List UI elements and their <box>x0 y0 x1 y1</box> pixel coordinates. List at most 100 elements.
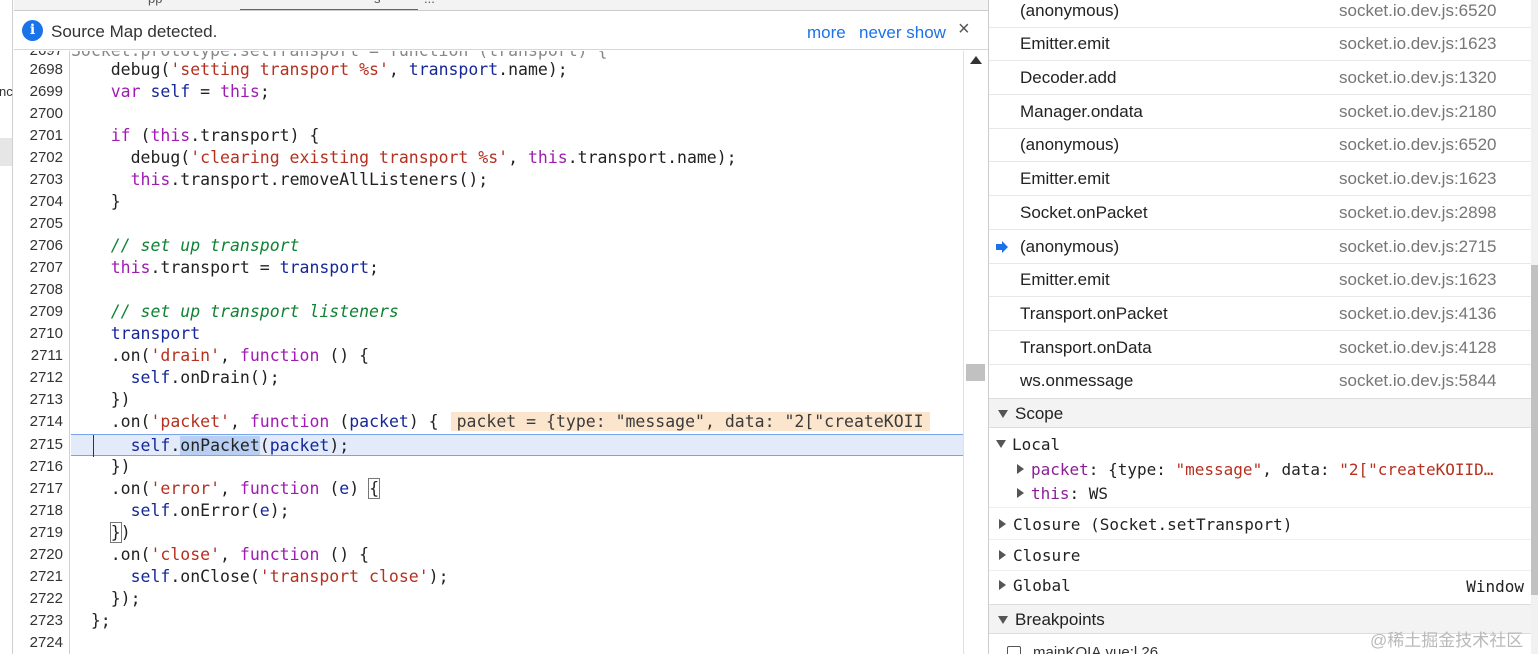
line-number[interactable]: 2723 <box>14 610 63 632</box>
expand-triangle-icon[interactable] <box>996 440 1006 448</box>
frame-location[interactable]: socket.io.dev.js:4136 <box>1339 304 1497 324</box>
closure-label: Closure (Socket.setTransport) <box>1013 515 1293 534</box>
call-frame[interactable]: Emitter.emit socket.io.dev.js:1623 <box>989 263 1531 297</box>
active-tab-indicator <box>240 9 418 10</box>
code-line: self.onError(e); <box>130 501 290 520</box>
more-link[interactable]: more <box>807 23 846 43</box>
frame-location[interactable]: socket.io.dev.js:1320 <box>1339 68 1497 88</box>
frame-function: (anonymous) <box>1020 237 1120 256</box>
frame-function: Manager.ondata <box>1020 102 1143 121</box>
sidebar-scrollbar[interactable] <box>1531 0 1538 654</box>
scroll-up-arrow-icon[interactable] <box>970 56 982 64</box>
line-number[interactable]: 2701 <box>14 125 63 147</box>
line-number[interactable]: 2712 <box>14 367 63 389</box>
expand-triangle-icon[interactable] <box>998 616 1008 624</box>
scope-global[interactable]: Global <box>999 574 1071 598</box>
frame-location[interactable]: socket.io.dev.js:2715 <box>1339 237 1497 257</box>
call-frame-current[interactable]: (anonymous) socket.io.dev.js:2715 <box>989 230 1531 264</box>
line-number[interactable]: 2716 <box>14 456 63 478</box>
frame-location[interactable]: socket.io.dev.js:1623 <box>1339 34 1497 54</box>
frame-location[interactable]: socket.io.dev.js:1623 <box>1339 169 1497 189</box>
tab-partial-3[interactable]: ... <box>424 0 435 6</box>
call-frame[interactable]: Manager.ondata socket.io.dev.js:2180 <box>989 95 1531 129</box>
code-line: .on('close', function () { <box>71 545 370 564</box>
frame-location[interactable]: socket.io.dev.js:4128 <box>1339 338 1497 358</box>
call-frame[interactable]: Decoder.add socket.io.dev.js:1320 <box>989 61 1531 95</box>
collapsed-triangle-icon[interactable] <box>1017 464 1024 474</box>
line-number[interactable]: 2711 <box>14 345 63 367</box>
frame-location[interactable]: socket.io.dev.js:6520 <box>1339 135 1497 155</box>
call-frame[interactable]: Socket.onPacket socket.io.dev.js:2898 <box>989 196 1531 230</box>
call-frame[interactable]: (anonymous) socket.io.dev.js:6520 <box>989 128 1531 162</box>
line-number[interactable]: 2710 <box>14 323 63 345</box>
line-number[interactable]: 2702 <box>14 147 63 169</box>
line-number[interactable]: 2707 <box>14 257 63 279</box>
line-number[interactable]: 2717 <box>14 478 63 500</box>
line-number[interactable]: 2704 <box>14 191 63 213</box>
tab-partial-1[interactable]: pp <box>148 0 162 6</box>
line-number[interactable]: 2721 <box>14 566 63 588</box>
line-number[interactable]: 2709 <box>14 301 63 323</box>
code-line: // set up transport listeners <box>110 302 399 321</box>
line-number[interactable]: 2700 <box>14 103 63 125</box>
left-selected-row[interactable] <box>0 138 12 166</box>
frame-location[interactable]: socket.io.dev.js:6520 <box>1339 1 1497 21</box>
close-icon[interactable]: × <box>958 18 970 41</box>
breakpoint-item[interactable]: mainKOIA.vue:l 26 <box>1033 644 1158 654</box>
scope-var-packet[interactable]: packet: {type: "message", data: "2["crea… <box>1017 458 1493 482</box>
call-frame[interactable]: (anonymous) socket.io.dev.js:6520 <box>989 0 1531 28</box>
scrollbar-thumb[interactable] <box>966 364 985 381</box>
call-frame[interactable]: Emitter.emit socket.io.dev.js:1623 <box>989 162 1531 196</box>
frame-location[interactable]: socket.io.dev.js:2898 <box>1339 203 1497 223</box>
call-frame[interactable]: ws.onmessage socket.io.dev.js:5844 <box>989 364 1531 398</box>
line-number[interactable]: 2708 <box>14 279 63 301</box>
line-number-gutter[interactable]: 2697 2698 2699 2700 2701 2702 2703 2704 … <box>14 51 70 654</box>
scope-local[interactable]: Local <box>996 433 1060 457</box>
expand-triangle-icon[interactable] <box>998 410 1008 418</box>
line-number[interactable]: 2703 <box>14 169 63 191</box>
scope-closure[interactable]: Closure <box>999 544 1080 568</box>
line-number[interactable]: 2720 <box>14 544 63 566</box>
code-editor[interactable]: 2697 2698 2699 2700 2701 2702 2703 2704 … <box>14 51 963 654</box>
code-line: .on('error', function (e) { <box>71 478 381 499</box>
scope-closure-settransport[interactable]: Closure (Socket.setTransport) <box>999 513 1292 537</box>
frame-location[interactable]: socket.io.dev.js:1623 <box>1339 270 1497 290</box>
line-number[interactable]: 2722 <box>14 588 63 610</box>
call-frame[interactable]: Transport.onData socket.io.dev.js:4128 <box>989 331 1531 365</box>
line-number[interactable]: 2699 <box>14 81 63 103</box>
frame-location[interactable]: socket.io.dev.js:2180 <box>1339 102 1497 122</box>
tab-partial-2[interactable]: s <box>374 0 381 6</box>
call-frame[interactable]: Emitter.emit socket.io.dev.js:1623 <box>989 27 1531 61</box>
collapsed-triangle-icon[interactable] <box>999 580 1006 590</box>
line-number[interactable]: 2713 <box>14 389 63 411</box>
never-show-link[interactable]: never show <box>859 23 946 43</box>
scope-var-this[interactable]: this: WS <box>1017 482 1108 506</box>
var-key: packet <box>1031 460 1089 479</box>
line-number[interactable]: 2698 <box>14 59 63 81</box>
frame-location[interactable]: socket.io.dev.js:5844 <box>1339 371 1497 391</box>
source-map-infobar: i Source Map detected. more never show × <box>14 12 988 50</box>
editor-scrollbar[interactable] <box>963 51 988 654</box>
line-number[interactable]: 2719 <box>14 522 63 544</box>
call-frame[interactable]: Transport.onPacket socket.io.dev.js:4136 <box>989 297 1531 331</box>
collapsed-triangle-icon[interactable] <box>999 550 1006 560</box>
line-number[interactable]: 2714 <box>14 411 63 433</box>
sidebar-scrollbar-thumb[interactable] <box>1531 265 1538 595</box>
frame-function: Emitter.emit <box>1020 34 1110 53</box>
collapsed-triangle-icon[interactable] <box>1017 488 1024 498</box>
line-number[interactable]: 2724 <box>14 632 63 654</box>
code-line: // set up transport <box>110 236 300 255</box>
watermark: @稀土掘金技术社区 <box>1370 631 1524 650</box>
file-tabs: pp s ... <box>14 0 988 11</box>
line-number[interactable]: 2718 <box>14 500 63 522</box>
line-number[interactable]: 2706 <box>14 235 63 257</box>
code-line: } <box>71 192 121 211</box>
breakpoint-checkbox[interactable] <box>1007 646 1021 654</box>
scope-section-header[interactable]: Scope <box>989 398 1531 428</box>
line-number-current[interactable]: 2715 <box>14 434 63 456</box>
line-number[interactable]: 2705 <box>14 213 63 235</box>
frame-function: Emitter.emit <box>1020 169 1110 188</box>
collapsed-triangle-icon[interactable] <box>999 519 1006 529</box>
